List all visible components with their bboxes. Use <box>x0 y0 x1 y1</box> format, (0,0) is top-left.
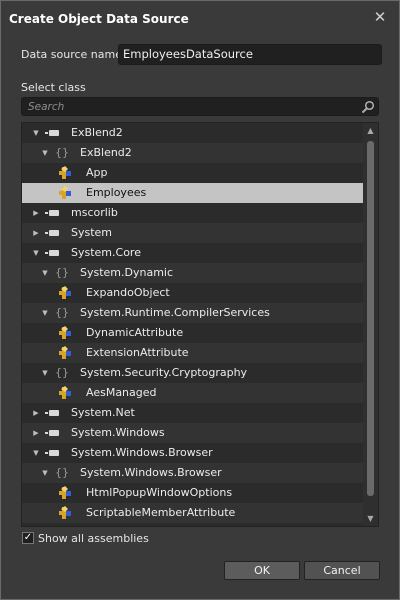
tree-row-assembly[interactable]: ▼ System.Windows.Browser <box>22 443 364 463</box>
tree-row-class[interactable]: ExtensionAttribute <box>22 343 364 363</box>
show-all-assemblies-label[interactable]: Show all assemblies <box>38 532 149 545</box>
expanded-arrow-icon[interactable]: ▼ <box>40 303 50 323</box>
search-icon[interactable] <box>361 100 375 114</box>
data-source-name-input[interactable]: EmployeesDataSource <box>118 44 382 65</box>
class-icon <box>58 486 72 500</box>
tree-row-namespace[interactable]: ▼ {} System.Windows.Browser <box>22 463 364 483</box>
tree-row-namespace[interactable]: ▼ {} System.Runtime.CompilerServices <box>22 303 364 323</box>
namespace-icon: {} <box>55 146 69 159</box>
scroll-down-icon[interactable]: ▼ <box>365 513 376 524</box>
data-source-name-label: Data source name <box>21 48 122 61</box>
tree-row-label: Employees <box>86 186 147 199</box>
class-icon <box>58 526 72 527</box>
tree-row-label: DynamicAttribute <box>86 326 184 339</box>
class-icon <box>58 326 72 340</box>
tree-row-assembly[interactable]: ▼ ExBlend2 <box>22 123 364 143</box>
class-icon <box>58 186 72 200</box>
tree-row-label: ScriptableMemberAttribute <box>86 506 236 519</box>
tree-row-assembly[interactable]: ▶ System.Windows <box>22 423 364 443</box>
tree-row-label: HtmlPopupWindowOptions <box>86 486 233 499</box>
tree-scrollbar[interactable]: ▲ ▼ <box>363 123 378 526</box>
assembly-icon <box>45 230 59 236</box>
select-class-label: Select class <box>21 81 86 94</box>
expanded-arrow-icon[interactable]: ▼ <box>40 143 50 163</box>
assembly-icon <box>45 410 59 416</box>
tree-row-class[interactable]: AesManaged <box>22 383 364 403</box>
class-icon <box>58 506 72 520</box>
tree-row-assembly[interactable]: ▼ System.Core <box>22 243 364 263</box>
tree-row-class[interactable]: HtmlPopupWindowOptions <box>22 483 364 503</box>
tree-row-label: System.Windows.Browser <box>71 446 213 459</box>
collapsed-arrow-icon[interactable]: ▶ <box>31 423 41 443</box>
tree-row-label: ExtensionAttribute <box>86 346 189 359</box>
tree-row-label: App <box>86 166 108 179</box>
assembly-icon <box>45 450 59 456</box>
tree-row-class[interactable]: DynamicAttribute <box>22 323 364 343</box>
expanded-arrow-icon[interactable]: ▼ <box>31 123 41 143</box>
tree-row-class[interactable]: ExpandoObject <box>22 283 364 303</box>
title-bar: Create Object Data Source ✕ <box>1 1 399 37</box>
expanded-arrow-icon[interactable]: ▼ <box>31 243 41 263</box>
tree-row-label: ExpandoObject <box>86 286 170 299</box>
dialog-title: Create Object Data Source <box>9 12 189 26</box>
tree-row-label: System.Windows.Browser <box>80 466 222 479</box>
expanded-arrow-icon[interactable]: ▼ <box>31 443 41 463</box>
class-icon <box>58 386 72 400</box>
tree-row-label: System.Windows <box>71 426 165 439</box>
class-icon <box>58 346 72 360</box>
scroll-thumb[interactable] <box>367 141 374 496</box>
tree-row-namespace[interactable]: ▼ {} ExBlend2 <box>22 143 364 163</box>
tree-row-label: ScriptableTypeAttribute <box>86 523 215 526</box>
assembly-icon <box>45 430 59 436</box>
namespace-icon: {} <box>55 306 69 319</box>
class-icon <box>58 286 72 300</box>
tree-row-label: ExBlend2 <box>71 126 123 139</box>
namespace-icon: {} <box>55 366 69 379</box>
tree-row-namespace[interactable]: ▼ {} System.Dynamic <box>22 263 364 283</box>
expanded-arrow-icon[interactable]: ▼ <box>40 363 50 383</box>
class-icon <box>58 166 72 180</box>
show-all-assemblies-checkbox[interactable]: ✓ <box>22 532 34 544</box>
assembly-icon <box>45 130 59 136</box>
namespace-icon: {} <box>55 466 69 479</box>
class-tree[interactable]: ScriptableTypeAttribute ScriptableMemberA… <box>21 122 379 527</box>
tree-row-class[interactable]: ScriptableTypeAttribute <box>22 523 364 527</box>
scroll-up-icon[interactable]: ▲ <box>365 125 376 136</box>
expanded-arrow-icon[interactable]: ▼ <box>40 463 50 483</box>
tree-row-label: System <box>71 226 113 239</box>
tree-row-label: ExBlend2 <box>80 146 132 159</box>
tree-row-assembly[interactable]: ▶ mscorlib <box>22 203 364 223</box>
search-box[interactable]: Search <box>21 97 379 116</box>
assembly-icon <box>45 210 59 216</box>
tree-row-label: System.Net <box>71 406 135 419</box>
tree-row-label: System.Runtime.CompilerServices <box>80 306 270 319</box>
tree-row-assembly[interactable]: ▶ System <box>22 223 364 243</box>
tree-row-class[interactable]: App <box>22 163 364 183</box>
assembly-icon <box>45 250 59 256</box>
collapsed-arrow-icon[interactable]: ▶ <box>31 223 41 243</box>
tree-row-label: System.Security.Cryptography <box>80 366 248 379</box>
tree-row-label: mscorlib <box>71 206 118 219</box>
create-object-data-source-dialog: Create Object Data Source ✕ Data source … <box>0 0 400 600</box>
collapsed-arrow-icon[interactable]: ▶ <box>31 403 41 423</box>
tree-row-label: AesManaged <box>86 386 157 399</box>
cancel-button[interactable]: Cancel <box>304 561 380 580</box>
expanded-arrow-icon[interactable]: ▼ <box>40 263 50 283</box>
close-icon[interactable]: ✕ <box>373 10 387 25</box>
tree-row-class[interactable]: ScriptableMemberAttribute <box>22 503 364 523</box>
tree-row-assembly[interactable]: ▶ System.Net <box>22 403 364 423</box>
ok-button[interactable]: OK <box>224 561 300 580</box>
namespace-icon: {} <box>55 266 69 279</box>
tree-row-class[interactable]: Employees <box>22 183 364 203</box>
search-placeholder: Search <box>28 101 65 113</box>
collapsed-arrow-icon[interactable]: ▶ <box>31 203 41 223</box>
tree-row-label: System.Dynamic <box>80 266 174 279</box>
tree-row-namespace[interactable]: ▼ {} System.Security.Cryptography <box>22 363 364 383</box>
tree-row-label: System.Core <box>71 246 141 259</box>
